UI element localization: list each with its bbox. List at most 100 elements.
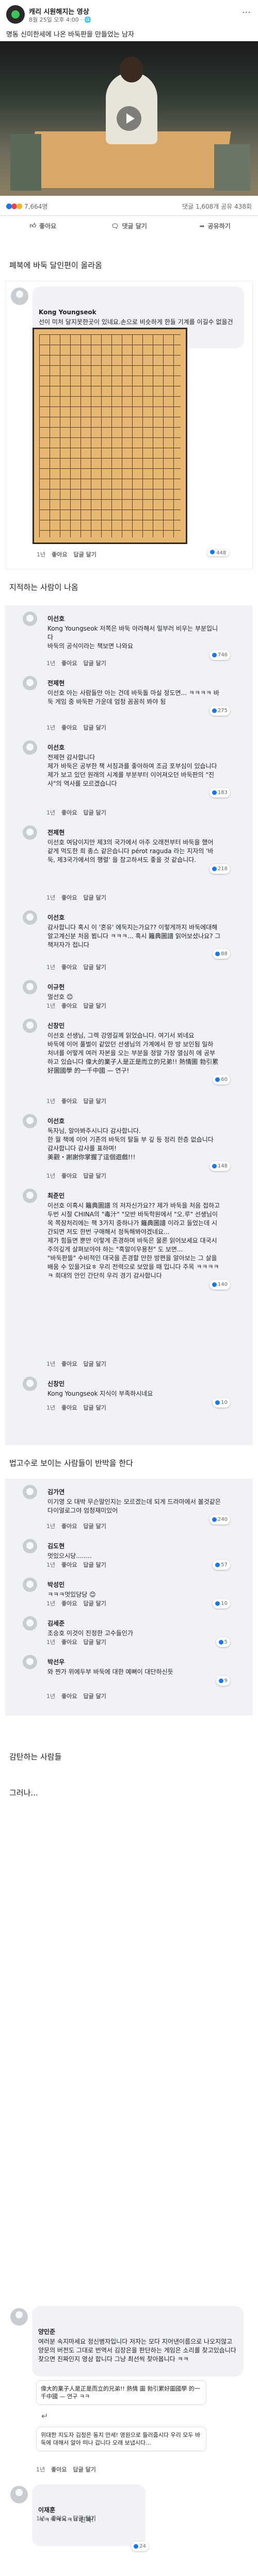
commenter-name[interactable]: 이선호 [47,615,221,623]
avatar[interactable] [10,2308,28,2326]
reply-link[interactable]: 답글 달기 [84,1692,106,1700]
reaction-badge[interactable]: 218 [209,864,230,874]
reaction-badge[interactable]: 148 [209,1161,230,1171]
like-link[interactable]: 좋아요 [61,893,77,902]
like-link[interactable]: 좋아요 [61,1002,77,1010]
avatar[interactable] [23,1377,37,1391]
reply-link[interactable]: 답글 달기 [84,723,106,732]
commenter-name[interactable]: 김도현 [47,1542,221,1551]
commenter-name[interactable]: 이규헌 [47,983,221,992]
reply-link[interactable]: 답글 달기 [84,963,106,971]
like-link[interactable]: 좋아요 [61,723,77,732]
like-link[interactable]: 좋아요 [61,963,77,971]
commenter-name[interactable]: 최준민 [47,1192,221,1200]
commenter-name[interactable]: 이재훈 [38,2506,139,2515]
commenter-name[interactable]: 신창민 [47,1022,221,1030]
reaction-badge[interactable]: 140 [209,1280,230,1290]
reaction-badge[interactable]: 183 [209,788,230,798]
commenter-name[interactable]: 김가연 [47,1488,221,1497]
commenter-name[interactable]: 박성민 [47,1581,221,1589]
reply-link[interactable]: 답글 달기 [84,1097,106,1105]
reaction-badge[interactable]: 10 [213,1599,230,1608]
like-link[interactable]: 좋아요 [61,1097,77,1105]
avatar[interactable] [23,1114,37,1128]
reply-link[interactable]: 답글 달기 [74,550,96,558]
reaction-badge[interactable]: 57 [213,1560,230,1570]
reply-link[interactable]: 답글 달기 [84,1002,106,1010]
commenter-name[interactable]: 전제현 [47,828,221,837]
avatar[interactable] [23,1539,37,1553]
reactions-summary[interactable]: 7,664명 [6,202,47,211]
avatar[interactable] [23,825,37,840]
like-link[interactable]: 좋아요 [52,550,67,558]
avatar[interactable] [11,287,28,305]
reaction-badge[interactable]: 5 [216,1637,230,1647]
like-link[interactable]: 좋아요 [51,2465,67,2473]
avatar[interactable] [23,910,37,925]
commenter-name[interactable]: 박선우 [47,1658,221,1667]
commenter-name[interactable]: 김세준 [47,1619,221,1628]
reply-link[interactable]: 답글 달기 [84,893,106,902]
reply-link[interactable]: 답글 달기 [84,808,106,817]
avatar[interactable] [23,676,37,690]
like-link[interactable]: 좋아요 [61,1172,77,1180]
avatar[interactable] [23,612,37,626]
like-link[interactable]: 좋아요 [61,1599,77,1607]
like-link[interactable]: 좋아요 [61,1522,77,1530]
avatar[interactable] [23,740,37,755]
avatar[interactable] [10,2486,28,2503]
commenter-name[interactable]: 이선호 [47,743,221,752]
reaction-badge[interactable]: 60 [213,1075,230,1084]
commenter-name[interactable]: 전제현 [47,679,221,688]
avatar[interactable] [23,980,37,994]
reply-link[interactable]: 답글 달기 [84,1360,106,1368]
reaction-badge[interactable]: 746 [209,650,230,660]
reaction-badge[interactable]: 9 [216,1676,230,1686]
commenter-name[interactable]: Kong Youngseok [39,308,238,317]
share-button[interactable]: ➦ 공유하기 [172,216,258,236]
avatar[interactable] [23,1616,37,1631]
play-icon[interactable] [117,106,141,131]
reaction-badge[interactable]: 88 [213,949,230,959]
reply-link[interactable]: 답글 달기 [84,1561,106,1569]
commenter-name[interactable]: 이선호 [47,913,221,922]
commenter-name[interactable]: 신창민 [47,1380,221,1388]
like-link[interactable]: 좋아요 [61,1692,77,1700]
page-name[interactable]: 캐리 시원해지는 영상 [29,6,89,16]
avatar[interactable] [23,1655,37,1669]
comment-button[interactable]: 🗨 댓글 달기 [86,216,172,236]
reply-link[interactable]: 답글 달기 [73,2465,96,2473]
reaction-badge[interactable]: 448 [207,549,230,556]
comments-count[interactable]: 댓글 1,608개 공유 438회 [182,202,252,211]
reaction-badge[interactable]: 10 [213,1398,230,1408]
page-avatar[interactable] [6,5,25,24]
reply-link[interactable]: 답글 달기 [84,1599,106,1607]
like-icon [218,1679,223,1683]
avatar[interactable] [23,1578,37,1592]
reply-link[interactable]: 답글 달기 [73,2514,96,2522]
avatar[interactable] [23,1019,37,1033]
reply-link[interactable]: 답글 달기 [84,1638,106,1646]
like-link[interactable]: 좋아요 [61,1403,77,1412]
post-video[interactable] [0,41,258,196]
commenter-name[interactable]: 양민준 [38,2328,237,2336]
reply-link[interactable]: 답글 달기 [84,1172,106,1180]
like-link[interactable]: 좋아요 [61,808,77,817]
avatar[interactable] [23,1485,37,1499]
like-link[interactable]: 좋아요 [61,659,77,667]
reply-link[interactable]: 답글 달기 [84,1522,106,1530]
reaction-badge[interactable]: 240 [209,1515,230,1524]
reaction-badge[interactable]: 275 [209,706,230,716]
like-button[interactable]: 👍︎ 좋아요 [0,216,86,236]
more-options-icon[interactable]: ··· [242,7,251,18]
reply-link[interactable]: 답글 달기 [84,1403,106,1412]
like-link[interactable]: 좋아요 [61,1638,77,1646]
reaction-badge[interactable]: 24 [131,2541,149,2551]
commenter-name[interactable]: 이선호 [47,1117,221,1126]
like-link[interactable]: 좋아요 [61,1561,77,1569]
reply-link[interactable]: 답글 달기 [84,659,106,667]
comment-image[interactable] [33,328,187,544]
like-link[interactable]: 좋아요 [51,2514,67,2522]
avatar[interactable] [23,1189,37,1203]
like-link[interactable]: 좋아요 [61,1360,77,1368]
